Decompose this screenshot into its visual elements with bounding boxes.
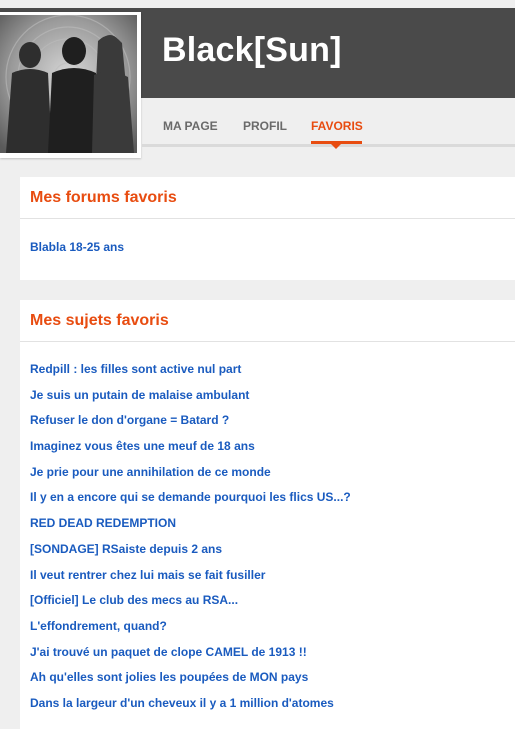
favorite-topics-card: Mes sujets favoris Redpill : les filles … <box>20 300 515 729</box>
favorite-topics-list: Redpill : les filles sont active nul par… <box>20 342 515 720</box>
tab-ma-page[interactable]: MA PAGE <box>163 119 218 133</box>
list-item: Refuser le don d'organe = Batard ? <box>20 411 515 437</box>
topic-link[interactable]: Il veut rentrer chez lui mais se fait fu… <box>20 567 265 583</box>
list-item: Imaginez vous êtes une meuf de 18 ans <box>20 437 515 463</box>
topic-link[interactable]: [SONDAGE] RSaiste depuis 2 ans <box>20 541 222 557</box>
profile-username: Black[Sun] <box>162 31 342 69</box>
topic-link[interactable]: Redpill : les filles sont active nul par… <box>20 361 241 377</box>
tab-profil[interactable]: PROFIL <box>243 119 287 133</box>
topic-link[interactable]: Refuser le don d'organe = Batard ? <box>20 412 229 428</box>
topic-link[interactable]: Je prie pour une annihilation de ce mond… <box>20 464 271 480</box>
topic-link[interactable]: Ah qu'elles sont jolies les poupées de M… <box>20 669 308 685</box>
list-item: Redpill : les filles sont active nul par… <box>20 360 515 386</box>
topic-link[interactable]: Imaginez vous êtes une meuf de 18 ans <box>20 438 255 454</box>
list-item: L'effondrement, quand? <box>20 617 515 643</box>
topic-link[interactable]: J'ai trouvé un paquet de clope CAMEL de … <box>20 644 307 660</box>
profile-tabs: MA PAGE PROFIL FAVORIS <box>142 98 515 149</box>
favorite-forums-title: Mes forums favoris <box>20 177 515 219</box>
favorite-forums-card: Mes forums favoris Blabla 18-25 ans <box>20 177 515 280</box>
forum-link[interactable]: Blabla 18-25 ans <box>20 239 124 255</box>
favorite-forums-list: Blabla 18-25 ans <box>20 219 515 264</box>
list-item: Il veut rentrer chez lui mais se fait fu… <box>20 566 515 592</box>
list-item: Je suis un putain de malaise ambulant <box>20 386 515 412</box>
list-item: Dans la largeur d'un cheveux il y a 1 mi… <box>20 694 515 720</box>
list-item: Blabla 18-25 ans <box>20 238 515 264</box>
active-tab-caret-icon <box>331 144 341 149</box>
list-item: [Officiel] Le club des mecs au RSA... <box>20 591 515 617</box>
list-item: Ah qu'elles sont jolies les poupées de M… <box>20 668 515 694</box>
list-item: [SONDAGE] RSaiste depuis 2 ans <box>20 540 515 566</box>
tab-favoris[interactable]: FAVORIS <box>311 119 363 133</box>
list-item: RED DEAD REDEMPTION <box>20 514 515 540</box>
list-item: Je prie pour une annihilation de ce mond… <box>20 463 515 489</box>
topic-link[interactable]: [Officiel] Le club des mecs au RSA... <box>20 592 238 608</box>
topic-link[interactable]: Je suis un putain de malaise ambulant <box>20 387 249 403</box>
topic-link[interactable]: L'effondrement, quand? <box>20 618 167 634</box>
list-item: Il y en a encore qui se demande pourquoi… <box>20 488 515 514</box>
topic-link[interactable]: RED DEAD REDEMPTION <box>20 515 176 531</box>
list-item: J'ai trouvé un paquet de clope CAMEL de … <box>20 643 515 669</box>
avatar <box>0 12 141 158</box>
silhouettes-avatar-icon <box>0 15 137 153</box>
favorite-topics-title: Mes sujets favoris <box>20 300 515 342</box>
topic-link[interactable]: Il y en a encore qui se demande pourquoi… <box>20 489 351 505</box>
topic-link[interactable]: Dans la largeur d'un cheveux il y a 1 mi… <box>20 695 334 711</box>
